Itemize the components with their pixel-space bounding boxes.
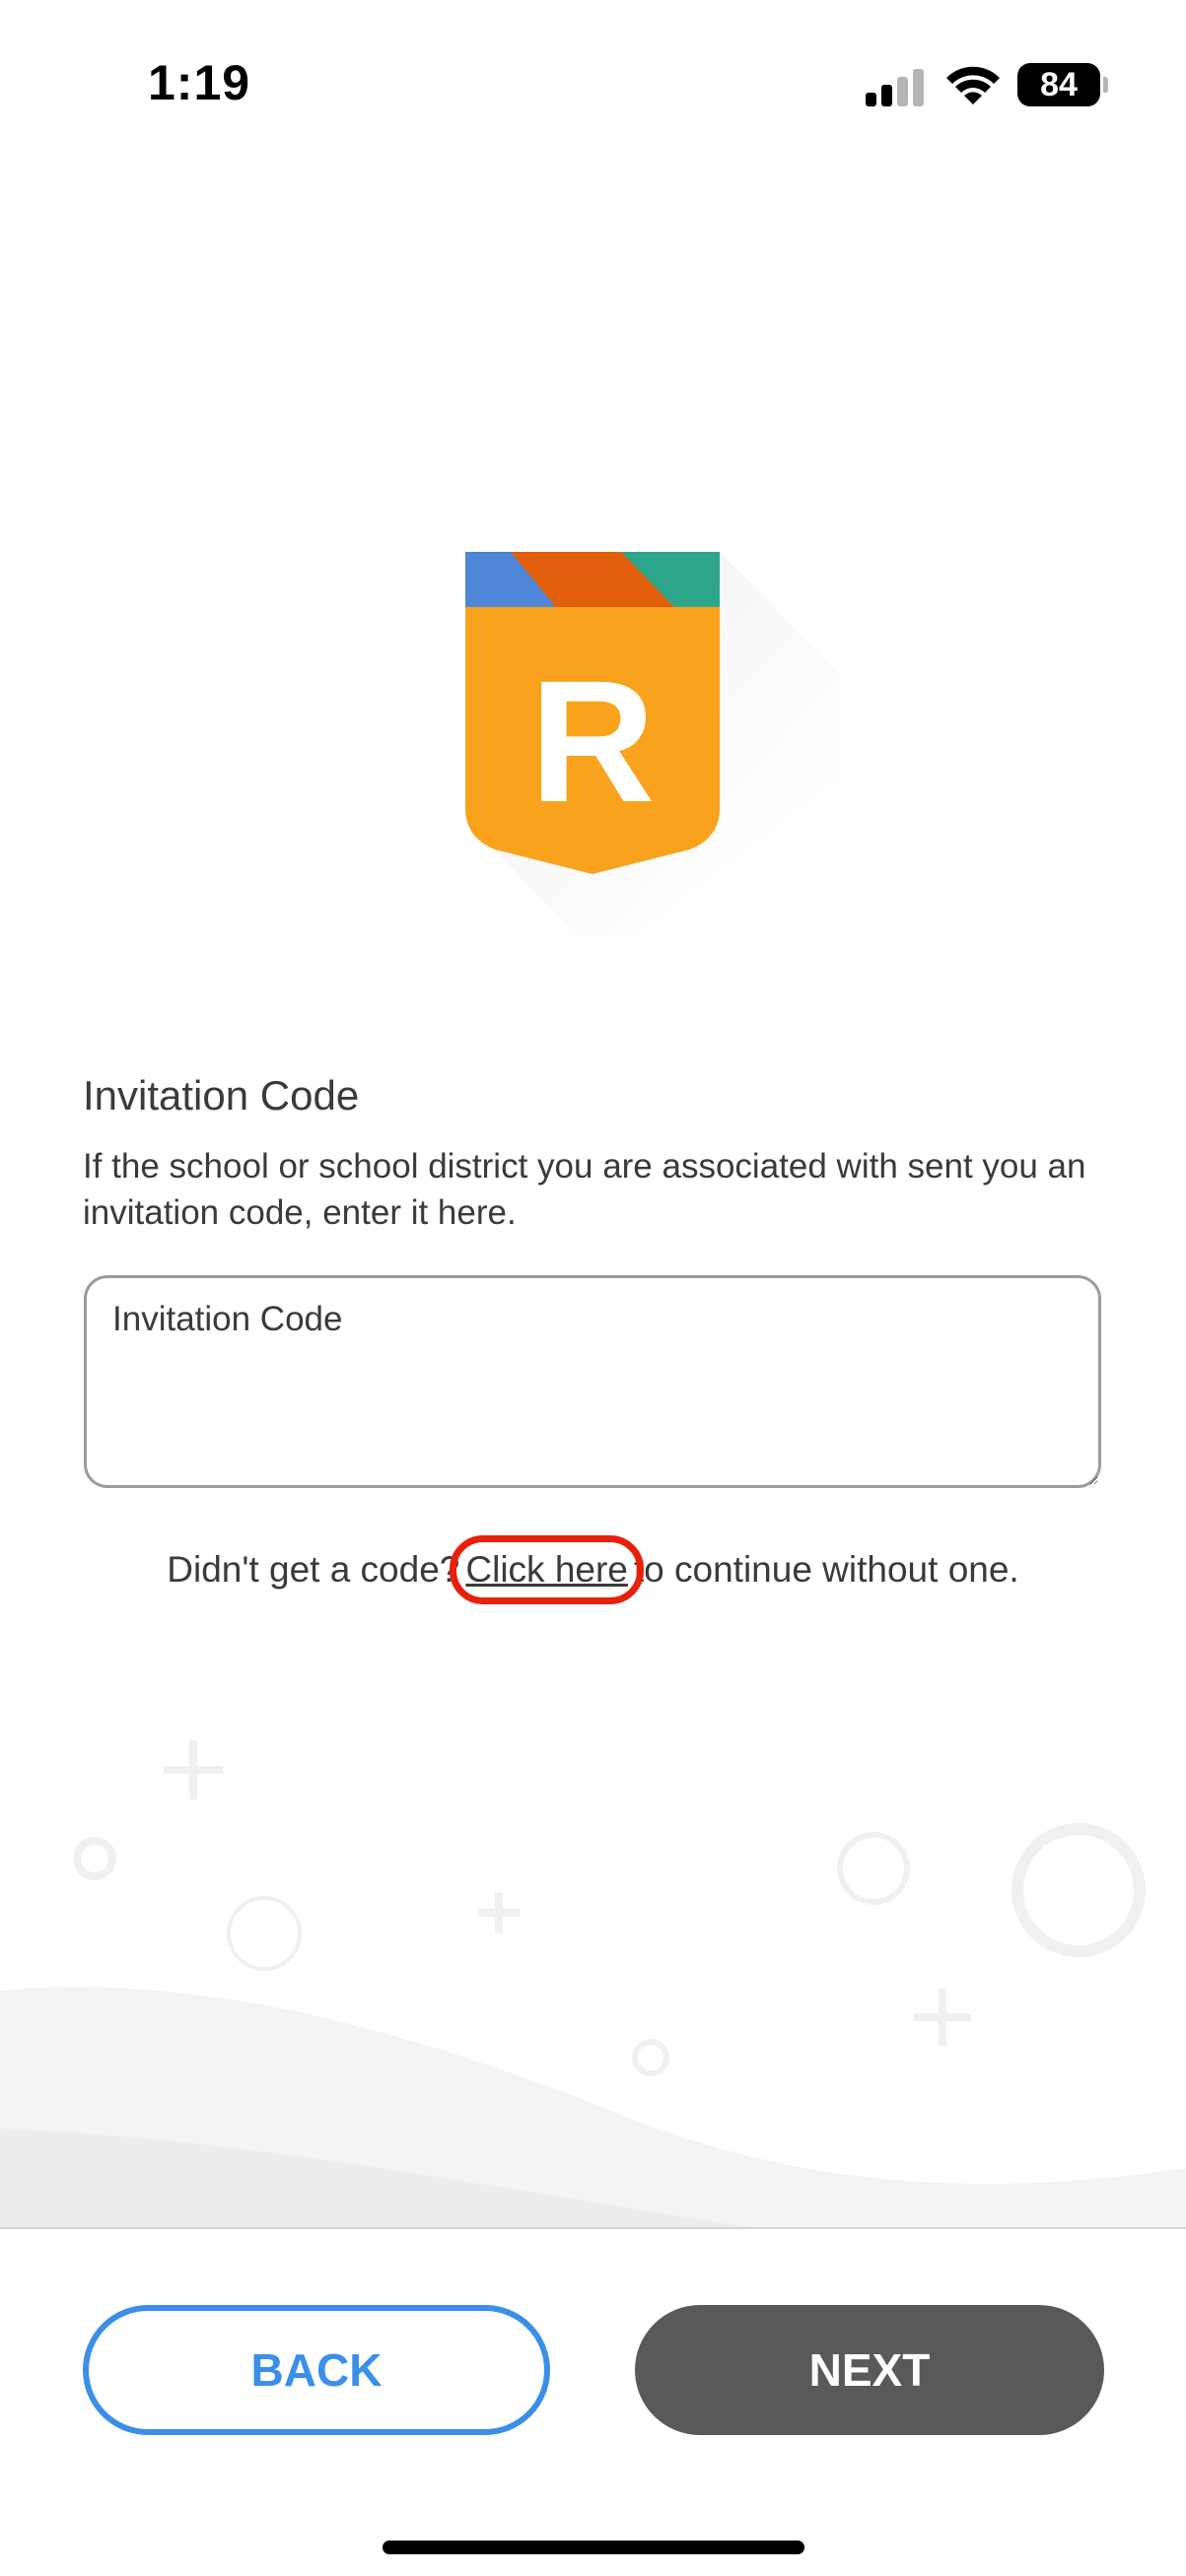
decorative-background [0, 1740, 1186, 2227]
invitation-title: Invitation Code [83, 1072, 360, 1119]
battery-cap [1103, 77, 1108, 93]
status-time: 1:19 [148, 55, 251, 110]
battery-level: 84 [1040, 66, 1078, 103]
home-indicator[interactable] [383, 2541, 804, 2554]
cellular-signal-icon [866, 67, 925, 106]
no-code-prefix: Didn't get a code? [167, 1549, 460, 1590]
status-bar: 1:19 84 [0, 0, 1186, 168]
battery-icon: 84 [1017, 63, 1100, 106]
logo-letter: R [529, 645, 655, 839]
app-logo-shield-icon: R [465, 552, 840, 936]
invitation-code-input[interactable] [84, 1275, 1101, 1488]
no-code-line: Didn't get a code? Click here to continue … [0, 1535, 1186, 1604]
invitation-description: If the school or school district you are… [83, 1147, 1086, 1232]
wifi-icon [946, 66, 1000, 104]
back-button[interactable]: BACK [83, 2305, 550, 2435]
no-code-suffix: to continue without one. [633, 1549, 1019, 1590]
click-here-link[interactable]: Click here [450, 1535, 644, 1604]
next-button[interactable]: NEXT [635, 2305, 1104, 2435]
